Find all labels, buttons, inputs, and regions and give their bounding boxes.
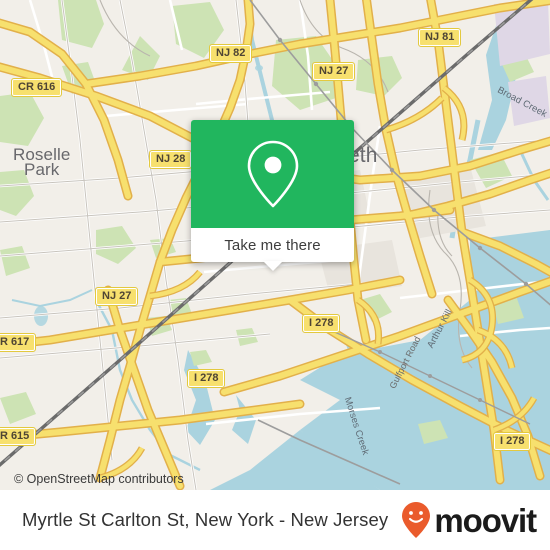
osm-attribution[interactable]: © OpenStreetMap contributors (14, 472, 184, 486)
highway-shield-nj-82[interactable]: NJ 82 (208, 44, 253, 63)
footer-bar: Myrtle St Carlton St, New York - New Jer… (0, 490, 550, 550)
highway-shield-nj-28[interactable]: NJ 28 (148, 150, 193, 169)
card-pointer-tail (262, 261, 283, 271)
card-icon-area (191, 120, 354, 228)
take-me-there-card[interactable]: Take me there (191, 120, 354, 271)
place-label-roselle-park: Roselle Park (13, 145, 71, 179)
highway-shield-cr-617[interactable]: CR 617 (0, 333, 37, 352)
moovit-wordmark: moovit (434, 501, 537, 539)
highway-shield-cr-615[interactable]: CR 615 (0, 427, 37, 446)
moovit-logo[interactable]: moovit (401, 501, 537, 539)
highway-shield-i-278-east[interactable]: I 278 (492, 432, 532, 451)
screenshot-root: Roselle Park eth Broad Creek Morses Cree… (0, 0, 550, 550)
highway-shield-i-278-west[interactable]: I 278 (186, 369, 226, 388)
highway-shield-cr-616[interactable]: CR 616 (10, 78, 63, 97)
location-title: Myrtle St Carlton St, New York - New Jer… (22, 509, 389, 530)
highway-shield-nj-81[interactable]: NJ 81 (417, 28, 462, 47)
highway-shield-i-278-center[interactable]: I 278 (301, 314, 341, 333)
card-cta-area[interactable]: Take me there (191, 228, 354, 271)
moovit-pin-icon (402, 502, 431, 538)
highway-shield-nj-27-north[interactable]: NJ 27 (311, 62, 356, 81)
highway-shield-nj-27-south[interactable]: NJ 27 (94, 287, 139, 306)
map-pin-icon (247, 140, 298, 208)
take-me-there-label: Take me there (224, 236, 321, 254)
